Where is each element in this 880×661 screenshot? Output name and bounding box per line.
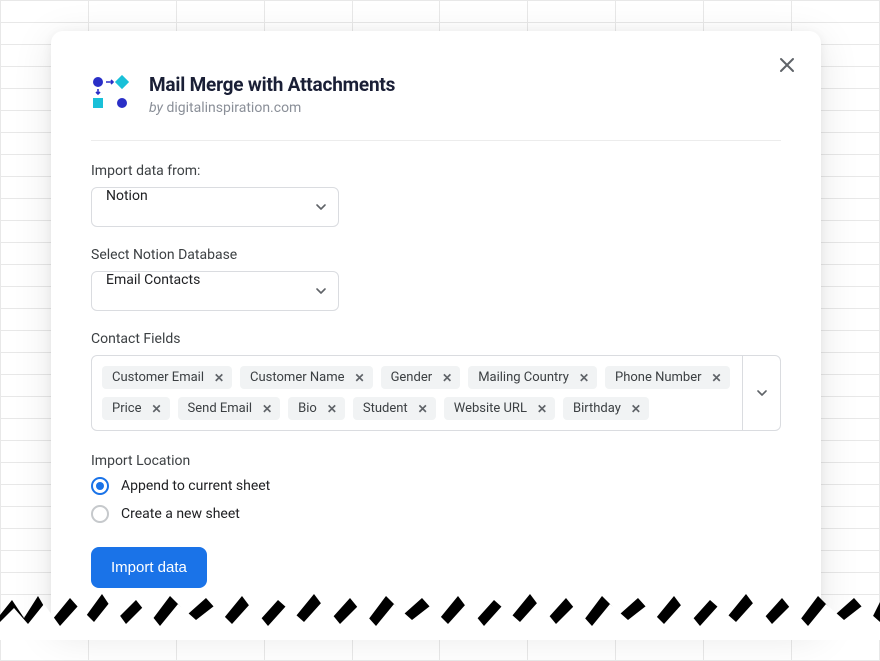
radio-button[interactable] <box>91 505 109 523</box>
field-chip[interactable]: Send Email ✕ <box>178 397 281 420</box>
remove-chip-icon[interactable]: ✕ <box>631 403 641 415</box>
radio-label: Create a new sheet <box>121 506 240 522</box>
remove-chip-icon[interactable]: ✕ <box>712 372 722 384</box>
close-button[interactable] <box>775 53 799 77</box>
import-data-button[interactable]: Import data <box>91 547 207 588</box>
import-from-label: Import data from: <box>91 163 781 179</box>
remove-chip-icon[interactable]: ✕ <box>537 403 547 415</box>
database-select[interactable]: Email Contacts <box>91 271 339 311</box>
field-chip[interactable]: Phone Number ✕ <box>605 366 730 389</box>
contact-fields-label: Contact Fields <box>91 331 781 347</box>
remove-chip-icon[interactable]: ✕ <box>355 372 365 384</box>
close-icon <box>779 57 795 73</box>
import-location-label: Import Location <box>91 453 781 469</box>
field-chip[interactable]: Mailing Country ✕ <box>468 366 597 389</box>
field-chip-label: Birthday <box>573 401 621 416</box>
field-chip[interactable]: Student ✕ <box>353 397 436 420</box>
field-chip[interactable]: Price ✕ <box>102 397 170 420</box>
field-chip-label: Phone Number <box>615 370 702 385</box>
field-chip[interactable]: Gender ✕ <box>381 366 461 389</box>
field-chip-label: Customer Email <box>112 370 204 385</box>
app-icon <box>91 75 131 111</box>
remove-chip-icon[interactable]: ✕ <box>418 403 428 415</box>
modal-byline: by digitalinspiration.com <box>149 100 395 116</box>
torn-edge-decoration <box>0 590 880 640</box>
modal-header: Mail Merge with Attachments by digitalin… <box>91 73 781 141</box>
field-chip-label: Customer Name <box>250 370 344 385</box>
radio-button[interactable] <box>91 477 109 495</box>
remove-chip-icon[interactable]: ✕ <box>579 372 589 384</box>
field-chip-label: Bio <box>298 401 317 416</box>
field-chip-label: Send Email <box>188 401 253 416</box>
field-chip-label: Gender <box>391 370 433 385</box>
remove-chip-icon[interactable]: ✕ <box>442 372 452 384</box>
remove-chip-icon[interactable]: ✕ <box>151 403 161 415</box>
chevron-down-icon <box>756 387 768 399</box>
import-location-option[interactable]: Create a new sheet <box>91 505 781 523</box>
import-location-option[interactable]: Append to current sheet <box>91 477 781 495</box>
radio-label: Append to current sheet <box>121 478 270 494</box>
import-from-select[interactable]: Notion <box>91 187 339 227</box>
field-chip[interactable]: Website URL ✕ <box>444 397 555 420</box>
remove-chip-icon[interactable]: ✕ <box>262 403 272 415</box>
remove-chip-icon[interactable]: ✕ <box>214 372 224 384</box>
field-chip-label: Mailing Country <box>478 370 569 385</box>
field-chip[interactable]: Birthday ✕ <box>563 397 649 420</box>
field-chip-label: Student <box>363 401 408 416</box>
field-chip[interactable]: Customer Email ✕ <box>102 366 232 389</box>
field-chip-label: Website URL <box>454 401 527 416</box>
database-label: Select Notion Database <box>91 247 781 263</box>
import-location-group: Append to current sheet Create a new shee… <box>91 477 781 523</box>
field-chip[interactable]: Customer Name ✕ <box>240 366 373 389</box>
modal-title: Mail Merge with Attachments <box>149 73 395 96</box>
field-chip-label: Price <box>112 401 141 416</box>
field-chip[interactable]: Bio ✕ <box>288 397 345 420</box>
contact-fields-input[interactable]: Customer Email✕Customer Name✕Gender✕Mail… <box>91 355 781 431</box>
remove-chip-icon[interactable]: ✕ <box>327 403 337 415</box>
import-modal: Mail Merge with Attachments by digitalin… <box>51 31 821 628</box>
contact-fields-dropdown-toggle[interactable] <box>742 356 780 430</box>
